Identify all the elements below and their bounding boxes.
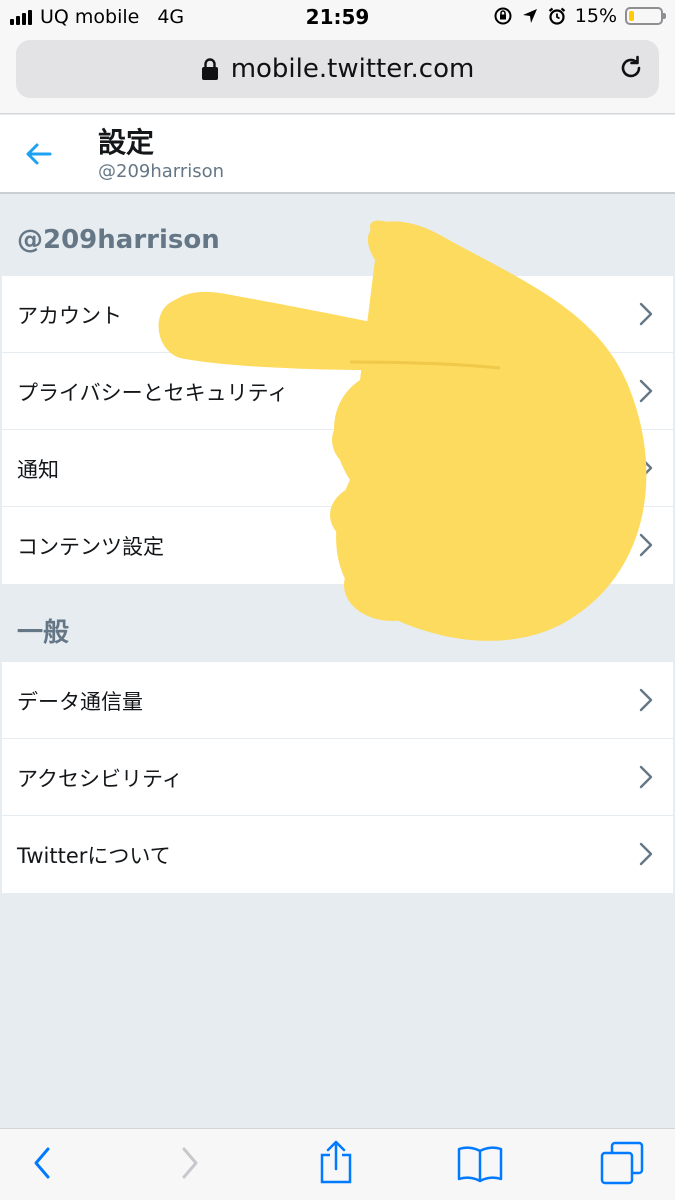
list-item-label: データ通信量 — [17, 690, 143, 714]
battery-icon — [625, 7, 666, 25]
list-item-label: 通知 — [17, 458, 59, 482]
settings-item-about-twitter[interactable]: Twitterについて — [2, 816, 673, 893]
lock-icon — [201, 58, 218, 80]
page-title: 設定 — [98, 126, 155, 159]
battery-level — [629, 11, 634, 21]
settings-item-notifications[interactable]: 通知 — [2, 430, 673, 507]
url-text: mobile.twitter.com — [230, 54, 475, 84]
alarm-icon — [548, 7, 565, 25]
chevron-right-icon — [639, 302, 653, 326]
chevron-right-icon — [639, 765, 653, 789]
list-item-label: プライバシーとセキュリティ — [17, 381, 289, 405]
reload-icon[interactable] — [617, 54, 645, 82]
bookmarks-icon[interactable] — [457, 1145, 503, 1183]
list-item-label: アカウント — [17, 304, 122, 328]
chevron-right-icon — [639, 688, 653, 712]
chevron-right-icon — [639, 379, 653, 403]
settings-item-data-usage[interactable]: データ通信量 — [2, 662, 673, 739]
page-subtitle-username: @209harrison — [98, 161, 225, 182]
settings-item-account[interactable]: アカウント — [2, 276, 673, 353]
general-settings-list: データ通信量 アクセシビリティ Twitterについて — [2, 662, 673, 893]
share-icon[interactable] — [318, 1139, 354, 1185]
account-settings-list: アカウント プライバシーとセキュリティ 通知 コンテンツ設定 — [2, 276, 673, 584]
chevron-right-icon — [639, 533, 653, 557]
back-icon[interactable] — [30, 1145, 54, 1181]
list-item-label: Twitterについて — [17, 844, 171, 868]
orientation-lock-icon — [494, 7, 512, 25]
settings-item-privacy-security[interactable]: プライバシーとセキュリティ — [2, 353, 673, 430]
address-bar[interactable]: mobile.twitter.com — [16, 40, 659, 98]
tabs-icon[interactable] — [600, 1141, 644, 1185]
arrow-left-icon[interactable] — [24, 139, 54, 169]
battery-percentage: 15% — [574, 5, 617, 27]
general-section-title: 一般 — [17, 618, 70, 648]
chevron-right-icon — [639, 456, 653, 480]
chevron-right-icon — [639, 842, 653, 866]
forward-icon[interactable] — [178, 1145, 202, 1181]
location-icon — [522, 9, 537, 23]
account-section-title: @209harrison — [17, 225, 220, 255]
settings-item-content-preferences[interactable]: コンテンツ設定 — [2, 507, 673, 584]
list-item-label: コンテンツ設定 — [17, 535, 164, 559]
browser-chrome: mobile.twitter.com — [0, 36, 675, 114]
list-item-label: アクセシビリティ — [17, 767, 183, 791]
settings-header: 設定 @209harrison — [0, 115, 675, 194]
browser-toolbar — [0, 1128, 675, 1200]
status-bar: UQ mobile 4G 21:59 15% — [0, 0, 675, 36]
settings-item-accessibility[interactable]: アクセシビリティ — [2, 739, 673, 816]
